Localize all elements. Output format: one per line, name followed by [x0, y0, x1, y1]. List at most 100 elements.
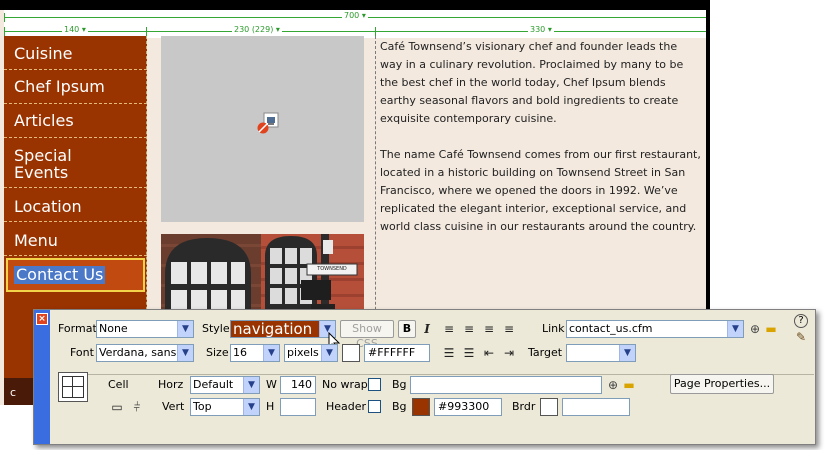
bg-image-input[interactable]	[410, 376, 602, 394]
bg-image-label: Bg	[392, 378, 407, 391]
align-center-icon[interactable]: ≡	[462, 322, 476, 336]
document-top-bar	[0, 0, 710, 10]
style-select[interactable]: navigation ▼	[230, 320, 336, 338]
chevron-down-icon: ▼	[177, 345, 193, 361]
unordered-list-icon[interactable]: ☰	[442, 346, 456, 360]
media-plugin-icon	[257, 112, 279, 134]
history-paragraph: The name Café Townsend comes from our fi…	[380, 148, 701, 233]
screen: 700 ▾ 140 ▾ 230 (229) ▾ 330 ▾ Cuisine Ch…	[0, 0, 825, 450]
bg-color-input[interactable]: #993300	[434, 398, 502, 416]
size-unit-value: pixels	[287, 346, 319, 359]
folder-icon[interactable]: ▬	[764, 322, 778, 336]
align-left-icon[interactable]: ≡	[442, 322, 456, 336]
vert-select[interactable]: Top ▼	[190, 398, 260, 416]
nav-item-special-events[interactable]: Special Events	[4, 138, 147, 188]
text-color-swatch[interactable]	[342, 344, 360, 362]
border-color-input[interactable]	[562, 398, 630, 416]
align-justify-icon[interactable]: ≡	[502, 322, 516, 336]
nav-item-contact-us[interactable]: Contact Us	[6, 258, 145, 292]
chevron-down-icon: ▼	[177, 321, 193, 337]
nav-item-label: Contact Us	[14, 265, 106, 284]
horz-label: Horz	[158, 378, 184, 391]
bg-color-label: Bg	[392, 400, 407, 413]
inspector-grip[interactable]: ×	[34, 310, 50, 444]
nowrap-label: No wrap	[322, 378, 368, 391]
size-unit-select[interactable]: pixels ▼	[284, 344, 338, 362]
format-select[interactable]: None ▼	[96, 320, 194, 338]
chevron-down-icon: ▾	[275, 25, 280, 34]
nowrap-checkbox[interactable]	[368, 378, 381, 391]
page-properties-button[interactable]: Page Properties...	[670, 374, 774, 394]
nav-item-label: Chef Ipsum	[14, 77, 105, 96]
text-color-input[interactable]: #FFFFFF	[364, 344, 430, 362]
link-value: contact_us.cfm	[569, 322, 653, 335]
text-column[interactable]: Café Townsend’s visionary chef and found…	[380, 38, 702, 254]
property-inspector: × Format None ▼ Style navigation ▼ Show …	[33, 309, 816, 445]
col2-width-label[interactable]: 230 (229) ▾	[232, 25, 282, 35]
street-sign-text: TOWNSEND	[317, 266, 347, 272]
chevron-down-icon: ▼	[243, 377, 259, 393]
cell-label: Cell	[108, 378, 129, 391]
size-select[interactable]: 16 ▼	[230, 344, 280, 362]
height-input[interactable]	[280, 398, 316, 416]
chevron-down-icon: ▼	[321, 345, 337, 361]
width-input[interactable]: 140	[280, 376, 316, 394]
nav-item-label: Location	[14, 197, 82, 216]
col1-width-label[interactable]: 140 ▾	[62, 25, 88, 35]
border-color-swatch[interactable]	[540, 398, 558, 416]
nav-item-label: Menu	[14, 231, 58, 250]
show-css-button[interactable]: Show CSS	[340, 320, 394, 350]
align-right-icon[interactable]: ≡	[482, 322, 496, 336]
merge-cells-icon[interactable]: ▭	[110, 400, 124, 414]
size-value: 16	[233, 346, 247, 359]
style-value: navigation	[233, 320, 313, 338]
link-label: Link	[542, 322, 565, 335]
vert-label: Vert	[162, 400, 185, 413]
image-placeholder[interactable]	[161, 36, 364, 222]
target-label: Target	[528, 346, 563, 359]
format-value: None	[99, 322, 128, 335]
bold-button[interactable]: B	[398, 320, 416, 338]
ordered-list-icon[interactable]: ☰	[462, 346, 476, 360]
link-input[interactable]: contact_us.cfm ▼	[566, 320, 744, 338]
nav-item-menu[interactable]: Menu	[4, 222, 147, 256]
font-label: Font	[70, 346, 94, 359]
size-label: Size	[206, 346, 229, 359]
nav-item-chef-ipsum[interactable]: Chef Ipsum	[4, 70, 147, 104]
col3-width-label[interactable]: 330 ▾	[528, 25, 554, 35]
nav-item-label: Articles	[14, 111, 74, 130]
edit-tag-icon[interactable]: ✎	[794, 330, 808, 344]
border-label: Brdr	[512, 400, 536, 413]
nav-item-cuisine[interactable]: Cuisine	[4, 40, 147, 70]
italic-button[interactable]: I	[420, 322, 434, 336]
format-label: Format	[58, 322, 97, 335]
split-cell-icon[interactable]: ⫩	[130, 400, 144, 414]
font-select[interactable]: Verdana, sans-serif ▼	[96, 344, 194, 362]
nav-item-articles[interactable]: Articles	[4, 104, 147, 138]
col1-width-value: 140	[64, 25, 80, 34]
horz-value: Default	[193, 378, 234, 391]
chevron-down-icon: ▼	[243, 399, 259, 415]
bg-color-swatch[interactable]	[412, 398, 430, 416]
col2-width-value: 230 (229)	[234, 25, 274, 34]
col3-width-value: 330	[530, 25, 546, 34]
chevron-down-icon: ▾	[81, 25, 86, 34]
table-width-label[interactable]: 700 ▾	[342, 11, 368, 21]
indent-icon[interactable]: ⇥	[502, 346, 516, 360]
chevron-down-icon: ▼	[263, 345, 279, 361]
point-to-file-icon[interactable]: ⊕	[748, 322, 762, 336]
table-width-ruler[interactable]: 700 ▾	[4, 10, 708, 24]
chevron-down-icon: ▾	[361, 11, 366, 20]
header-checkbox[interactable]	[368, 400, 381, 413]
table-width-value: 700	[344, 11, 360, 20]
intro-paragraph: Café Townsend’s visionary chef and found…	[380, 40, 684, 125]
cell-icon	[58, 372, 88, 402]
horz-select[interactable]: Default ▼	[190, 376, 260, 394]
help-icon[interactable]: ?	[794, 314, 808, 328]
target-select[interactable]: ▼	[566, 344, 636, 362]
nav-item-location[interactable]: Location	[4, 188, 147, 222]
folder-icon[interactable]: ▬	[622, 378, 636, 392]
outdent-icon[interactable]: ⇤	[482, 346, 496, 360]
close-icon[interactable]: ×	[36, 313, 48, 325]
point-to-file-icon[interactable]: ⊕	[606, 378, 620, 392]
